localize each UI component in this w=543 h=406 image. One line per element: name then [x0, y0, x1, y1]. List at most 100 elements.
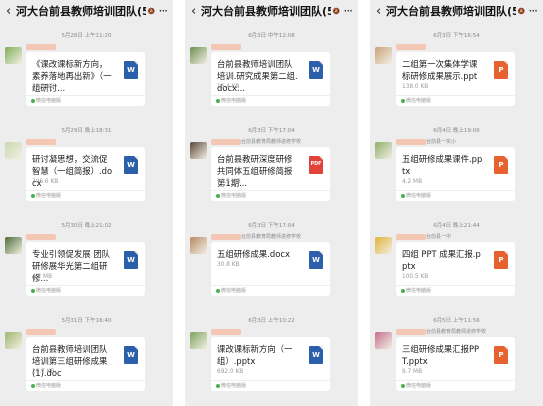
chat-header: ‹河大台前县教师培训团队(54)🔕···: [0, 0, 173, 22]
more-options-icon[interactable]: ···: [525, 4, 538, 18]
sender-avatar[interactable]: [190, 142, 207, 159]
source-label: 微信电脑版: [36, 193, 62, 199]
sender-name: 台前县教育局教师进修学校: [211, 138, 301, 146]
sender-avatar[interactable]: [190, 237, 207, 254]
wechat-pc-icon: [31, 99, 35, 103]
redacted-name: [26, 138, 56, 145]
card-footer: 微信电脑版: [396, 190, 515, 201]
file-card[interactable]: 专业引领促发展 团队研修展华光第二组研修... 4.2 MB W 微信电脑版: [26, 242, 145, 296]
sender-org: 台前县一实小: [426, 139, 457, 145]
chat-title: 河大台前县教师培训团队(54): [201, 5, 331, 18]
message-item: 6月3日 下午17:04 台前县教育局教师进修学校 台前县教研深度研修共同体五组研修…: [185, 127, 358, 201]
back-arrow-icon[interactable]: ‹: [191, 5, 201, 18]
file-name: 二组第一次集体学课标研修成果展示.ppt: [402, 59, 478, 81]
sender-name: 台前县一实小: [396, 138, 456, 146]
message-item: 5月30日 晚上21:02 专业引领促发展 团队研修展华光第二组研修... 4.2 …: [0, 222, 173, 296]
source-label: 微信电脑版: [221, 193, 247, 199]
file-card[interactable]: 台前县教师培训团队培训.研究成果第二组.docx... 16.4 KB W 微信电脑版: [211, 52, 330, 106]
card-footer: 微信电脑版: [26, 380, 145, 391]
file-card[interactable]: 《课改课标新方向，素养落地再出新》（一组研讨... 28.5 KB W 微信电脑版: [26, 52, 145, 106]
redacted-name: [26, 328, 56, 335]
more-options-icon[interactable]: ···: [340, 4, 353, 18]
card-footer: 微信电脑版: [26, 190, 145, 201]
file-card[interactable]: 四组 PPT 成果汇报.pptx 100.5 KB P 微信电脑版: [396, 242, 515, 296]
message-timestamp: 6月5日 上午11:56: [433, 318, 480, 324]
file-size: 4.2 MB: [402, 179, 423, 185]
sender-name: [26, 328, 56, 336]
file-card[interactable]: 课改课标新方向（一组）.pptx 692.0 KB W 微信电脑版: [211, 337, 330, 391]
message-timestamp: 5月29日 晚上18:31: [61, 128, 112, 134]
redacted-name: [211, 233, 241, 240]
card-footer: 微信电脑版: [26, 95, 145, 106]
sender-avatar[interactable]: [5, 47, 22, 64]
file-card[interactable]: 研讨凝思想，交流促智慧（一组简报）.docx 306.6 KB W 微信电脑版: [26, 147, 145, 201]
sender-name: [396, 43, 426, 51]
chat-header: ‹河大台前县教师培训团队(54)🔕···: [185, 0, 358, 22]
sender-name: [211, 43, 241, 51]
sender-name: [26, 233, 56, 241]
sender-avatar[interactable]: [5, 142, 22, 159]
chat-panel-1: ‹河大台前县教师培训团队(54)🔕··· 5月28日 上午11:20《课改课标新方…: [0, 0, 173, 406]
source-label: 微信电脑版: [36, 288, 62, 294]
sender-avatar[interactable]: [5, 237, 22, 254]
word-file-icon: W: [124, 346, 138, 364]
word-file-icon: W: [124, 251, 138, 269]
sender-avatar[interactable]: [190, 332, 207, 349]
message-item: 6月3日 下午17:04 台前县教育局教师进修学校 五组研修成果.docx 30.8 …: [185, 222, 358, 296]
file-size: 138.0 KB: [402, 84, 429, 90]
chat-panel-2: ‹河大台前县教师培训团队(54)🔕··· 6月3日 中午12:08 台前县教师培训团…: [185, 0, 358, 406]
file-card[interactable]: 二组第一次集体学课标研修成果展示.ppt 138.0 KB P 微信电脑版: [396, 52, 515, 106]
card-footer: 微信电脑版: [396, 285, 515, 296]
message-timestamp: 6月4日 晚上19:06: [433, 128, 480, 134]
redacted-name: [26, 43, 56, 50]
chat-panel-3: ‹河大台前县教师培训团队(54)🔕··· 6月3日 下午16:54 二组第一次集体学…: [370, 0, 543, 406]
mute-bell-icon: 🔕: [147, 7, 155, 15]
wechat-pc-icon: [216, 194, 220, 198]
file-name: 五组研修成果课件.pptx: [402, 154, 483, 176]
redacted-name: [211, 43, 241, 50]
file-card[interactable]: 三组研修成果汇报PPT.pptx 9.7 MB P 微信电脑版: [396, 337, 515, 391]
redacted-name: [396, 233, 426, 240]
sender-avatar[interactable]: [375, 142, 392, 159]
sender-avatar[interactable]: [190, 47, 207, 64]
message-item: 6月5日 上午11:56 台前县教育局教师进修学校三组研修成果汇报PPT.pptx…: [370, 317, 543, 391]
sender-avatar[interactable]: [375, 332, 392, 349]
sender-name: [26, 138, 56, 146]
sender-org: 台前县教育局教师进修学校: [426, 329, 487, 335]
pdf-file-icon: PDF: [309, 156, 323, 174]
card-footer: 微信电脑版: [211, 190, 330, 201]
message-timestamp: 6月4日 晚上21:44: [433, 223, 480, 229]
wechat-pc-icon: [216, 99, 220, 103]
back-arrow-icon[interactable]: ‹: [376, 5, 386, 18]
sender-name: 台前县一中: [396, 233, 451, 241]
message-item: 6月3日 中午12:08 台前县教师培训团队培训.研究成果第二组.docx... 1…: [185, 32, 358, 106]
sender-avatar[interactable]: [375, 237, 392, 254]
source-label: 微信电脑版: [406, 288, 432, 294]
message-item: 6月4日 晚上19:06 台前县一实小 五组研修成果课件.pptx 4.2 MB P 微信…: [370, 127, 543, 201]
more-options-icon[interactable]: ···: [155, 4, 168, 18]
sender-avatar[interactable]: [375, 47, 392, 64]
message-timestamp: 6月3日 中午12:08: [248, 33, 295, 39]
card-footer: 微信电脑版: [211, 95, 330, 106]
sender-avatar[interactable]: [5, 332, 22, 349]
card-footer: 微信电脑版: [396, 95, 515, 106]
redacted-name: [396, 328, 426, 335]
back-arrow-icon[interactable]: ‹: [6, 5, 16, 18]
message-item: 6月4日 晚上21:44 台前县一中 四组 PPT 成果汇报.pptx 100.5 K…: [370, 222, 543, 296]
source-label: 微信电脑版: [406, 193, 432, 199]
mute-bell-icon: 🔕: [517, 7, 525, 15]
source-label: 微信电脑版: [36, 383, 62, 389]
file-card[interactable]: 台前县教师培训团队培训第三组研修成果(1).doc 29.7 KB W 微信电脑版: [26, 337, 145, 391]
redacted-name: [211, 328, 241, 335]
file-card[interactable]: 台前县教研深度研修共同体五组研修简报第1期... 10.5 MB PDF 微信电脑版: [211, 147, 330, 201]
word-file-icon: W: [309, 346, 323, 364]
file-card[interactable]: 五组研修成果.docx 30.8 KB W 微信电脑版: [211, 242, 330, 296]
message-timestamp: 6月3日 下午17:04: [248, 128, 295, 134]
file-size: 692.0 KB: [217, 369, 244, 375]
sender-org: 台前县教育局教师进修学校: [241, 234, 302, 240]
wechat-pc-icon: [31, 384, 35, 388]
file-size: 29.7 KB: [32, 369, 55, 375]
file-card[interactable]: 五组研修成果课件.pptx 4.2 MB P 微信电脑版: [396, 147, 515, 201]
sender-name: [211, 328, 241, 336]
sender-org: 台前县教育局教师进修学校: [241, 139, 302, 145]
